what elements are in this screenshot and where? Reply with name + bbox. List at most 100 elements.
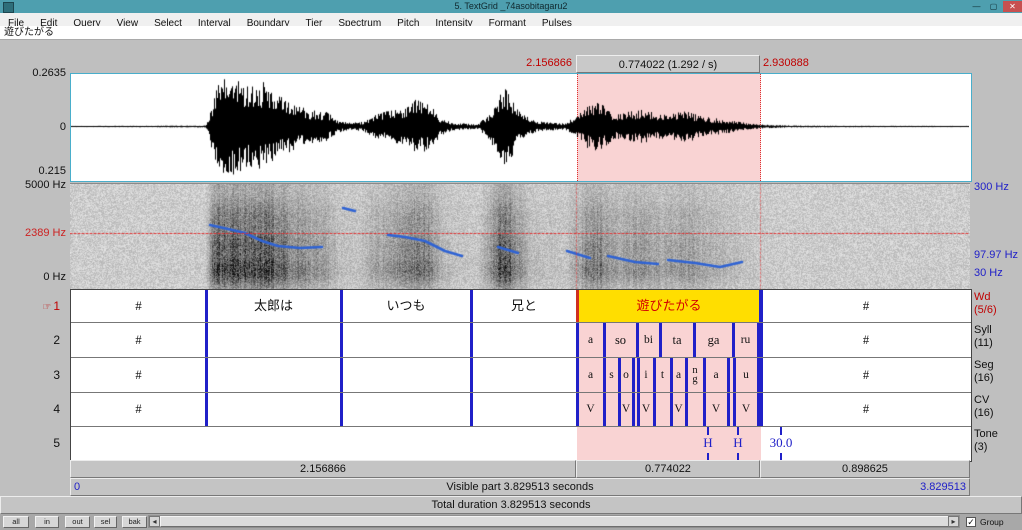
boundary-handle[interactable]: [205, 393, 208, 426]
boundary-handle[interactable]: [759, 358, 763, 392]
interval-cell[interactable]: so: [604, 323, 637, 357]
tone-point-label[interactable]: H: [733, 435, 742, 451]
boundary-handle[interactable]: [603, 393, 606, 426]
boundary-handle[interactable]: [659, 323, 662, 357]
interval-cell[interactable]: bi: [637, 323, 660, 357]
boundary-handle[interactable]: [727, 358, 730, 392]
tone-point-marker[interactable]: [780, 427, 782, 435]
interval-cell[interactable]: 遊びたがる: [577, 290, 761, 322]
interval-cell[interactable]: V: [734, 393, 758, 426]
interval-text-field[interactable]: 遊びたがる: [0, 26, 1022, 40]
tone-point-marker[interactable]: [737, 427, 739, 435]
interval-cell[interactable]: #: [761, 323, 971, 357]
spectrogram-panel[interactable]: [70, 183, 970, 290]
interval-cell[interactable]: #: [761, 290, 971, 322]
zoom-sel-button[interactable]: sel: [94, 516, 117, 528]
tone-point-marker[interactable]: [707, 427, 709, 435]
spectrogram-canvas[interactable]: [70, 184, 970, 289]
tone-point-label[interactable]: H: [703, 435, 712, 451]
boundary-handle[interactable]: [576, 358, 579, 392]
interval-cell[interactable]: #: [761, 393, 971, 426]
interval-cell[interactable]: [654, 393, 671, 426]
boundary-handle[interactable]: [637, 358, 640, 392]
interval-cell[interactable]: [341, 323, 471, 357]
horizontal-scrollbar[interactable]: ◂ ▸: [148, 515, 960, 528]
tier-grid[interactable]: #太郎はいつも兄と遊びたがる##asobitagaru##asoitangau#…: [70, 289, 972, 462]
interval-cell[interactable]: ru: [733, 323, 758, 357]
boundary-handle[interactable]: [205, 358, 208, 392]
scrollbar-thumb[interactable]: [160, 516, 949, 527]
boundary-handle[interactable]: [703, 358, 706, 392]
interval-cell[interactable]: [341, 358, 471, 392]
boundary-handle[interactable]: [205, 323, 208, 357]
interval-cell[interactable]: a: [577, 358, 604, 392]
interval-cell[interactable]: [471, 393, 577, 426]
boundary-handle[interactable]: [603, 358, 606, 392]
boundary-handle[interactable]: [670, 393, 673, 426]
scroll-left-icon[interactable]: ◂: [149, 516, 160, 527]
interval-cell[interactable]: ga: [694, 323, 733, 357]
boundary-handle[interactable]: [470, 358, 473, 392]
interval-cell[interactable]: #: [71, 358, 206, 392]
boundary-handle[interactable]: [693, 323, 696, 357]
boundary-handle[interactable]: [470, 393, 473, 426]
minimize-icon[interactable]: —: [969, 1, 984, 12]
interval-cell[interactable]: a: [704, 358, 728, 392]
interval-cell[interactable]: [341, 393, 471, 426]
boundary-handle[interactable]: [632, 393, 635, 426]
boundary-handle[interactable]: [340, 290, 343, 322]
interval-duration-cell[interactable]: 0.898625: [760, 460, 970, 478]
interval-cell[interactable]: [471, 358, 577, 392]
boundary-handle[interactable]: [759, 393, 763, 426]
boundary-handle[interactable]: [205, 290, 208, 322]
boundary-handle[interactable]: [733, 358, 736, 392]
interval-cell[interactable]: #: [71, 393, 206, 426]
close-icon[interactable]: ✕: [1003, 1, 1022, 12]
total-duration-bar[interactable]: Total duration 3.829513 seconds: [0, 496, 1022, 514]
interval-cell[interactable]: a: [577, 323, 604, 357]
tier-number-3[interactable]: 3: [0, 368, 60, 382]
tier-number-5[interactable]: 5: [0, 436, 60, 450]
boundary-handle[interactable]: [653, 393, 656, 426]
maximize-icon[interactable]: ▢: [986, 1, 1001, 12]
boundary-handle[interactable]: [576, 393, 579, 426]
boundary-handle[interactable]: [727, 393, 730, 426]
visible-part-bar[interactable]: 0 Visible part 3.829513 seconds 3.829513: [70, 478, 970, 496]
boundary-handle[interactable]: [733, 393, 736, 426]
interval-cell[interactable]: ta: [660, 323, 694, 357]
interval-cell[interactable]: いつも: [341, 290, 471, 322]
tier-row-4[interactable]: #VVVVVV#: [71, 393, 971, 427]
boundary-handle[interactable]: [670, 358, 673, 392]
interval-cell[interactable]: [206, 358, 341, 392]
interval-cell[interactable]: 兄と: [471, 290, 577, 322]
interval-cell[interactable]: [206, 323, 341, 357]
boundary-handle[interactable]: [470, 290, 473, 322]
boundary-handle[interactable]: [653, 358, 656, 392]
interval-cell[interactable]: 太郎は: [206, 290, 341, 322]
zoom-all-button[interactable]: all: [3, 516, 29, 528]
boundary-handle[interactable]: [703, 393, 706, 426]
interval-cell[interactable]: V: [704, 393, 728, 426]
boundary-handle[interactable]: [685, 358, 688, 392]
tier-row-3[interactable]: #asoitangau#: [71, 358, 971, 393]
title-bar[interactable]: 5. TextGrid _74asobitagaru2 — ▢ ✕: [0, 0, 1022, 13]
boundary-handle[interactable]: [576, 290, 579, 322]
zoom-in-button[interactable]: in: [35, 516, 59, 528]
scroll-right-icon[interactable]: ▸: [948, 516, 959, 527]
boundary-handle[interactable]: [470, 323, 473, 357]
interval-cell[interactable]: [686, 393, 704, 426]
tier-number-1[interactable]: ☞1: [0, 299, 60, 313]
tier-number-4[interactable]: 4: [0, 402, 60, 416]
interval-cell[interactable]: V: [577, 393, 604, 426]
tier-row-1[interactable]: #太郎はいつも兄と遊びたがる#: [71, 290, 971, 323]
tone-point-label[interactable]: 30.0: [770, 435, 793, 451]
selection-duration-button[interactable]: 0.774022 (1.292 / s): [576, 55, 760, 73]
boundary-handle[interactable]: [340, 393, 343, 426]
boundary-handle[interactable]: [340, 323, 343, 357]
interval-cell[interactable]: t: [654, 358, 671, 392]
boundary-handle[interactable]: [759, 323, 763, 357]
tier-row-2[interactable]: #asobitagaru#: [71, 323, 971, 358]
boundary-handle[interactable]: [576, 323, 579, 357]
interval-cell[interactable]: #: [71, 290, 206, 322]
interval-duration-cell[interactable]: 2.156866: [70, 460, 576, 478]
